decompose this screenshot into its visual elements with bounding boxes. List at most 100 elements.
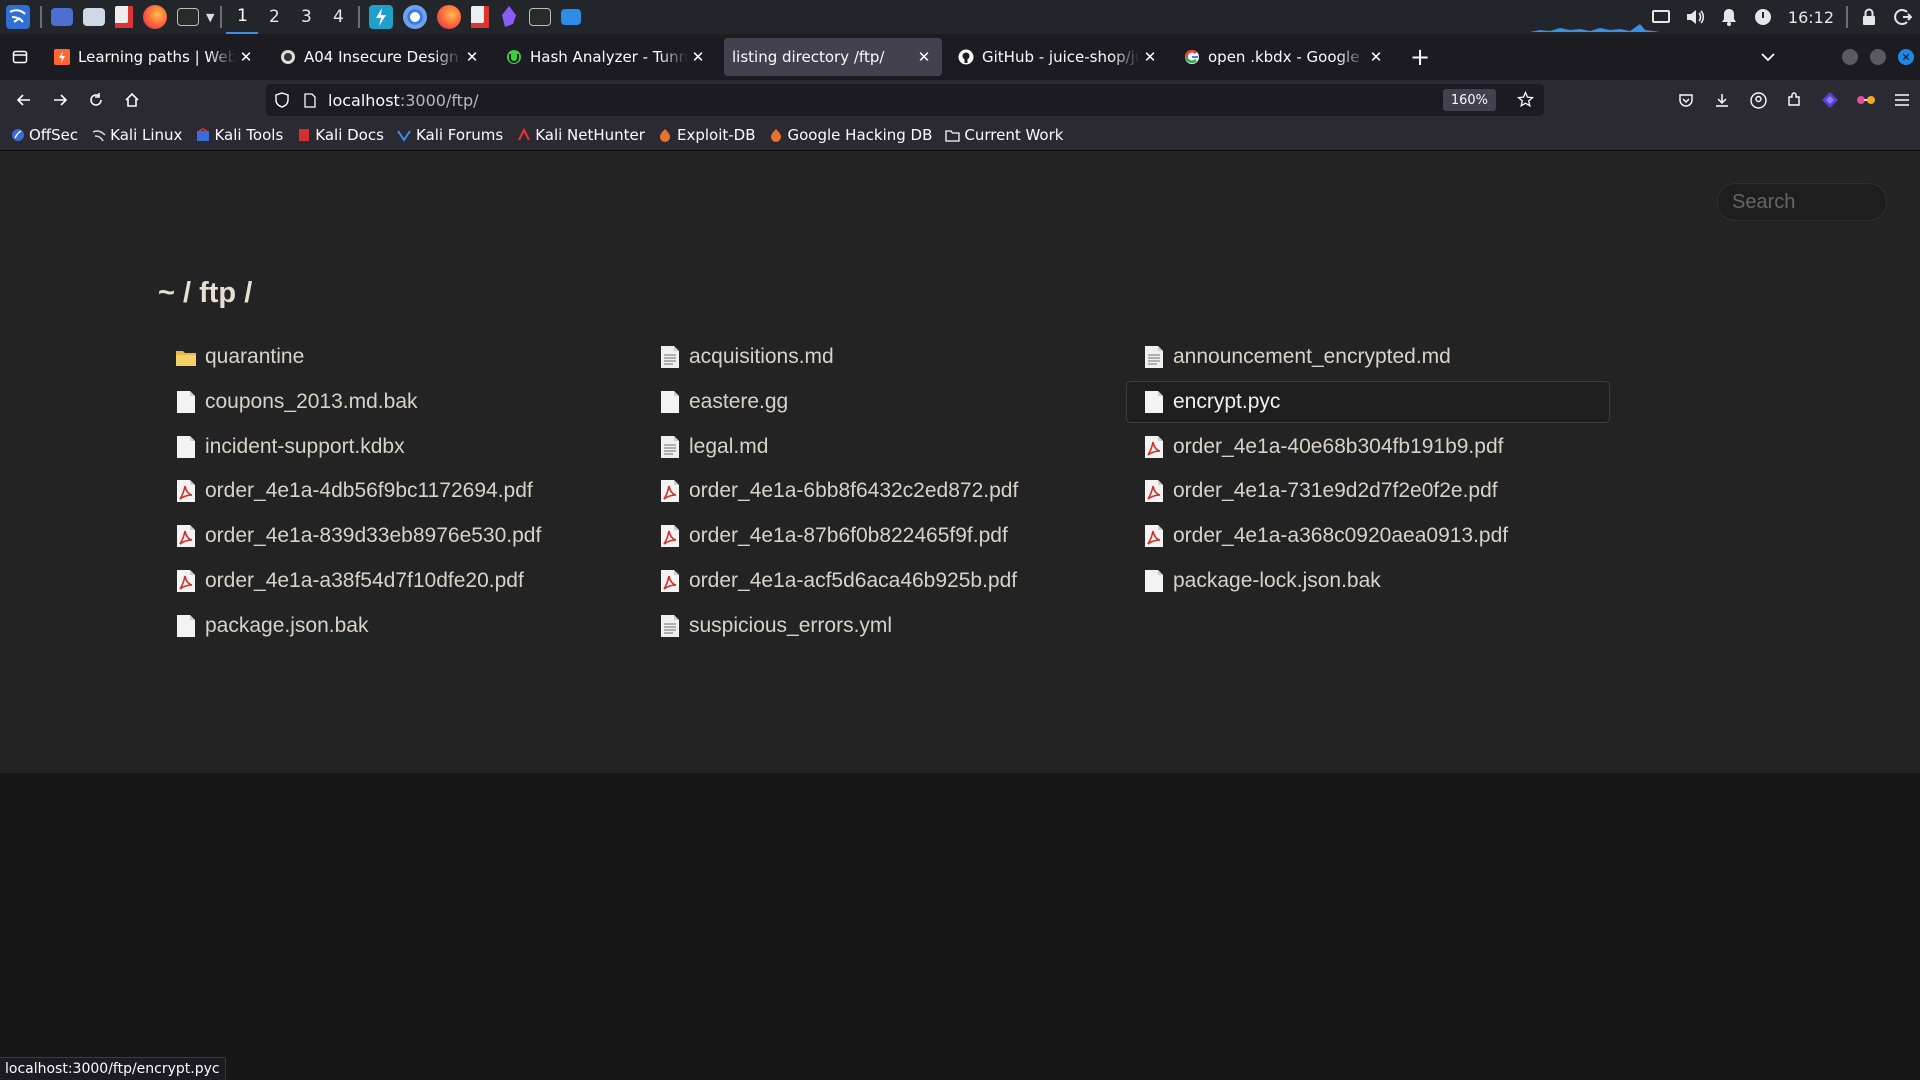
file-link[interactable]: suspicious_errors.yml [642,605,1126,647]
bookmark-kali-linux[interactable]: Kali Linux [91,126,182,144]
file-link[interactable]: order_4e1a-6bb8f6432c2ed872.pdf [642,470,1126,512]
chevron-down-icon[interactable]: ▼ [204,0,216,34]
tab-google-search[interactable]: open .kbdx - Google Such ✕ [1176,38,1394,76]
workspace-3[interactable]: 3 [290,0,322,34]
file-link[interactable]: encrypt.pyc [1126,380,1610,423]
close-icon[interactable]: ✕ [1140,47,1160,67]
file-link[interactable]: order_4e1a-839d33eb8976e530.pdf [158,515,642,557]
close-icon[interactable]: ✕ [1366,47,1386,67]
close-icon[interactable]: ✕ [462,47,482,67]
kali-forums-icon [397,128,412,143]
downloads-icon[interactable] [556,0,586,34]
workspace-4[interactable]: 4 [322,0,354,34]
page-info-icon[interactable] [298,92,322,108]
file-link[interactable]: announcement_encrypted.md [1126,336,1610,378]
wappalyzer-icon[interactable] [1848,80,1884,120]
folder-link[interactable]: quarantine [158,336,642,378]
bookmark-kali-forums[interactable]: Kali Forums [397,126,503,144]
kali-menu-icon[interactable] [0,0,36,34]
terminal-icon[interactable] [172,0,204,34]
close-window-icon[interactable]: ✕ [1898,49,1914,65]
logout-icon[interactable] [1886,0,1920,34]
hamburger-menu-icon[interactable] [1884,80,1920,120]
file-link[interactable]: order_4e1a-acf5d6aca46b925b.pdf [642,560,1126,602]
file-link[interactable]: legal.md [642,426,1126,468]
minimize-icon[interactable] [1842,49,1858,65]
show-desktop-icon[interactable] [46,0,78,34]
bookmark-google-hacking-db[interactable]: Google Hacking DB [769,126,932,144]
pocket-icon[interactable] [1668,80,1704,120]
proxy-extension-icon[interactable] [1812,80,1848,120]
tab-learning-paths[interactable]: Learning paths | Web Sec ✕ [46,38,264,76]
text-editor-icon[interactable] [110,0,138,34]
bookmark-current-work[interactable]: Current Work [945,126,1063,144]
reload-icon[interactable] [78,84,114,116]
chromium-icon[interactable] [398,0,432,34]
url-path: :3000/ftp/ [399,90,479,110]
text-editor-icon[interactable] [466,0,494,34]
lock-icon[interactable] [1852,0,1886,34]
firefox-icon[interactable] [432,0,466,34]
file-link[interactable]: acquisitions.md [642,336,1126,378]
new-tab-button[interactable]: + [1402,39,1438,75]
bookmark-star-icon[interactable] [1516,90,1535,112]
close-icon[interactable]: ✕ [236,47,256,67]
panel-separator [220,6,223,28]
bookmark-label: Kali Tools [214,126,284,144]
notification-bell-icon[interactable] [1712,0,1746,34]
downloads-icon[interactable] [1704,80,1740,120]
bookmark-offsec[interactable]: OffSec [10,126,78,144]
extensions-icon[interactable] [1776,80,1812,120]
forward-icon[interactable] [42,84,78,116]
file-link[interactable]: package.json.bak [158,605,642,647]
file-link[interactable]: incident-support.kdbx [158,426,642,468]
terminal-icon[interactable] [524,0,556,34]
obsidian-icon[interactable] [494,0,524,34]
tab-owasp[interactable]: A04 Insecure Design - OW ✕ [272,38,490,76]
bookmark-kali-tools[interactable]: Kali Tools [195,126,283,144]
file-name: order_4e1a-acf5d6aca46b925b.pdf [689,568,1018,592]
search-input[interactable] [1717,183,1887,221]
maximize-icon[interactable] [1870,49,1886,65]
bookmark-exploit-db[interactable]: Exploit-DB [658,126,756,144]
list-all-tabs-icon[interactable] [1750,41,1786,73]
file-name: incident-support.kdbx [205,434,405,458]
url-text[interactable]: localhost:3000/ftp/ [328,91,479,110]
bookmark-label: Kali NetHunter [535,126,645,144]
workspace-2[interactable]: 2 [258,0,290,34]
account-icon[interactable] [1740,80,1776,120]
tab-hash-analyzer[interactable]: Hash Analyzer - TunnelsU ✕ [498,38,716,76]
file-link[interactable]: order_4e1a-731e9d2d7f2e0f2e.pdf [1126,470,1610,512]
firefox-icon[interactable] [138,0,172,34]
file-manager-icon[interactable] [78,0,110,34]
back-icon[interactable] [6,84,42,116]
file-link[interactable]: order_4e1a-a368c0920aea0913.pdf [1126,515,1610,557]
file-icon [175,614,205,638]
file-link[interactable]: eastere.gg [642,381,1126,423]
bookmark-label: Kali Docs [315,126,384,144]
clock[interactable]: 16:12 [1780,8,1842,27]
file-link[interactable]: order_4e1a-a38f54d7f10dfe20.pdf [158,560,642,602]
firefox-view-icon[interactable] [0,34,40,80]
bookmark-kali-docs[interactable]: Kali Docs [296,126,384,144]
burp-icon[interactable] [364,0,398,34]
file-link[interactable]: coupons_2013.md.bak [158,381,642,423]
url-bar[interactable]: localhost:3000/ftp/ 160% [266,84,1544,116]
close-icon[interactable]: ✕ [914,47,934,67]
zoom-reset-button[interactable]: 160% [1442,89,1496,111]
file-link[interactable]: order_4e1a-4db56f9bc1172694.pdf [158,470,642,512]
file-link[interactable]: order_4e1a-87b6f0b822465f9f.pdf [642,515,1126,557]
display-icon[interactable] [1644,0,1678,34]
file-link[interactable]: order_4e1a-40e68b304fb191b9.pdf [1126,426,1610,468]
bookmark-kali-nethunter[interactable]: Kali NetHunter [516,126,645,144]
close-icon[interactable]: ✕ [688,47,708,67]
workspace-1[interactable]: 1 [226,0,259,34]
file-link[interactable]: package-lock.json.bak [1126,560,1610,602]
tab-listing-directory[interactable]: listing directory /ftp/ ✕ [724,38,942,76]
home-icon[interactable] [114,84,150,116]
tab-github[interactable]: GitHub - juice-shop/juicy- ✕ [950,38,1168,76]
volume-icon[interactable] [1678,0,1712,34]
power-icon[interactable] [1746,0,1780,34]
file-name: quarantine [205,345,305,368]
tracking-protection-shield-icon[interactable] [266,92,298,108]
